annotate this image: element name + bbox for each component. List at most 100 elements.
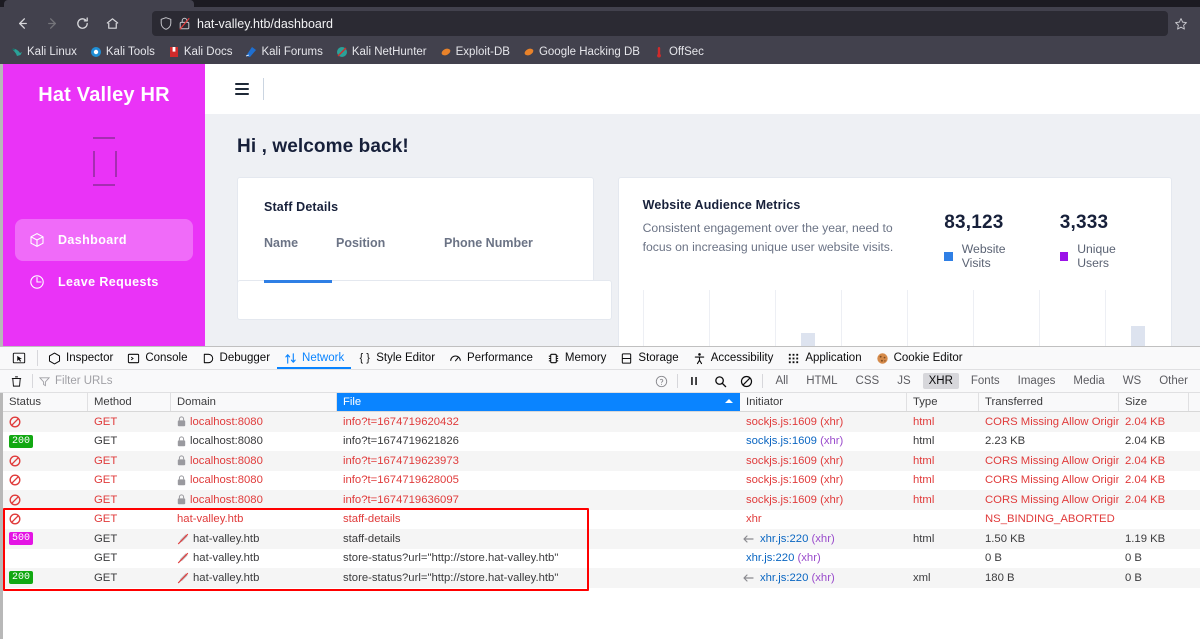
back-arrow-icon[interactable]	[8, 11, 36, 37]
cell-domain: hat-valley.htb	[171, 572, 337, 584]
cell-initiator: xhr	[740, 513, 907, 525]
tab-memory[interactable]: Memory	[540, 347, 614, 369]
bookmark-kali-docs[interactable]: Kali Docs	[163, 44, 238, 60]
filter-xhr[interactable]: XHR	[922, 373, 959, 389]
domain-text: localhost:8080	[190, 454, 263, 467]
column-header-file[interactable]: File	[337, 393, 740, 411]
star-icon[interactable]	[1174, 17, 1188, 31]
tab-cookie-editor[interactable]: Cookie Editor	[869, 347, 970, 369]
table-row[interactable]: GET localhost:8080 info?t=1674719628005 soc…	[3, 471, 1200, 491]
table-row[interactable]: GET hat-valley.htb store-status?url="http:…	[3, 549, 1200, 569]
column-header-domain[interactable]: Domain	[171, 393, 337, 411]
tab-label: Application	[805, 352, 862, 364]
audience-bar-chart	[642, 290, 1171, 346]
bookmark-kali-forums[interactable]: Kali Forums	[240, 44, 327, 60]
initiator-link[interactable]: sockjs.js:1609 (xhr)	[746, 455, 843, 467]
cell-domain: hat-valley.htb	[171, 533, 337, 545]
table-row[interactable]: 200 GET localhost:8080 info?t=1674719621826…	[3, 432, 1200, 452]
block-icon[interactable]	[736, 371, 756, 391]
column-header-initiator[interactable]: Initiator	[740, 393, 907, 411]
initiator-link[interactable]: xhr	[746, 513, 762, 525]
filter-images[interactable]: Images	[1012, 373, 1062, 389]
tab-debugger[interactable]: Debugger	[195, 347, 278, 369]
table-row[interactable]: GET localhost:8080 info?t=1674719620432 soc…	[3, 412, 1200, 432]
bookmark-kali-nethunter[interactable]: Kali NetHunter	[331, 44, 432, 60]
cell-type: xml	[913, 571, 931, 584]
bookmark-kali-linux[interactable]: Kali Linux	[6, 44, 82, 60]
cell-method: GET	[94, 493, 118, 506]
browser-tab-active[interactable]	[4, 0, 194, 7]
column-header-type[interactable]: Type	[907, 393, 979, 411]
search-icon[interactable]	[710, 371, 730, 391]
insecure-icon	[177, 572, 189, 584]
address-bar[interactable]: hat-valley.htb/dashboard	[152, 11, 1168, 36]
filter-fonts[interactable]: Fonts	[965, 373, 1006, 389]
pause-icon[interactable]	[684, 371, 704, 391]
tab-storage[interactable]: Storage	[613, 347, 685, 369]
initiator-link[interactable]: sockjs.js:1609 (xhr)	[746, 416, 843, 428]
toolbar-separator	[762, 374, 764, 388]
table-row[interactable]: GET hat-valley.htb staff-details xhr NS_BIND…	[3, 510, 1200, 530]
cell-file: info?t=1674719636097	[343, 493, 459, 506]
tab-inspector[interactable]: Inspector	[41, 347, 120, 369]
clock-icon	[30, 275, 44, 289]
filter-urls-input[interactable]: Filter URLs	[39, 375, 289, 387]
table-row[interactable]: 200 GET hat-valley.htb store-status?url="ht…	[3, 568, 1200, 588]
tab-strip	[0, 0, 1200, 7]
trash-icon[interactable]	[6, 371, 26, 391]
filter-html[interactable]: HTML	[800, 373, 843, 389]
network-toolbar: Filter URLs All HTML CSS JS XHR Fonts Im…	[0, 370, 1200, 393]
tab-network[interactable]: Network	[277, 347, 351, 369]
cell-size: 1.19 KB	[1125, 532, 1166, 545]
filter-all[interactable]: All	[769, 373, 794, 389]
initiator-link[interactable]: xhr.js:220 (xhr)	[746, 552, 821, 564]
bookmark-google-hacking-db[interactable]: Google Hacking DB	[518, 44, 645, 60]
filter-other[interactable]: Other	[1153, 373, 1194, 389]
initiator-link[interactable]: sockjs.js:1609 (xhr)	[746, 435, 843, 447]
tab-accessibility[interactable]: Accessibility	[686, 347, 781, 369]
tab-style-editor[interactable]: { } Style Editor	[351, 347, 442, 369]
chart-bar	[1130, 326, 1145, 346]
bookmark-exploit-db[interactable]: Exploit-DB	[435, 44, 515, 60]
filter-js[interactable]: JS	[891, 373, 916, 389]
cell-transferred: 180 B	[985, 571, 1015, 584]
element-picker-icon[interactable]	[4, 347, 34, 369]
reload-arrow-icon[interactable]	[68, 11, 96, 37]
bookmark-label: Kali Linux	[27, 46, 77, 58]
cell-domain: localhost:8080	[171, 416, 337, 428]
filter-css[interactable]: CSS	[850, 373, 886, 389]
initiator-link[interactable]: xhr.js:220 (xhr)	[760, 572, 835, 584]
column-header-size[interactable]: Size	[1119, 393, 1189, 411]
bookmark-label: OffSec	[668, 46, 704, 58]
bookmark-kali-tools[interactable]: Kali Tools	[85, 44, 160, 60]
metrics-summary: Consistent engagement over the year, nee…	[643, 212, 1147, 270]
tab-application[interactable]: Application	[780, 347, 868, 369]
domain-text: hat-valley.htb	[193, 532, 260, 545]
lock-icon	[177, 475, 186, 485]
google-hacking-db-icon	[524, 48, 534, 56]
table-row[interactable]: 500 GET hat-valley.htb staff-details xhr.js:…	[3, 529, 1200, 549]
bookmark-offsec[interactable]: OffSec	[648, 44, 709, 60]
devtools-tab-bar: Inspector Console Debugger Network { } S…	[0, 347, 1200, 370]
hamburger-icon[interactable]	[235, 83, 249, 95]
tab-performance[interactable]: Performance	[442, 347, 540, 369]
tab-console[interactable]: Console	[120, 347, 194, 369]
filter-media[interactable]: Media	[1067, 373, 1110, 389]
column-header-transferred[interactable]: Transferred	[979, 393, 1119, 411]
cell-initiator: sockjs.js:1609 (xhr)	[740, 474, 907, 486]
table-row[interactable]: GET localhost:8080 info?t=1674719636097 soc…	[3, 490, 1200, 510]
filter-ws[interactable]: WS	[1117, 373, 1148, 389]
forward-arrow-icon[interactable]	[38, 11, 66, 37]
broken-image-placeholder-icon	[71, 129, 137, 195]
cell-file: store-status?url="http://store.hat-valle…	[343, 552, 559, 565]
initiator-link[interactable]: sockjs.js:1609 (xhr)	[746, 494, 843, 506]
help-icon[interactable]	[651, 371, 671, 391]
column-header-method[interactable]: Method	[88, 393, 171, 411]
sidebar-item-dashboard[interactable]: Dashboard	[15, 219, 193, 261]
home-icon[interactable]	[98, 11, 126, 37]
column-header-status[interactable]: Status	[3, 393, 88, 411]
initiator-link[interactable]: sockjs.js:1609 (xhr)	[746, 474, 843, 486]
table-row[interactable]: GET localhost:8080 info?t=1674719623973 soc…	[3, 451, 1200, 471]
sidebar-item-leave-requests[interactable]: Leave Requests	[15, 261, 193, 303]
initiator-link[interactable]: xhr.js:220 (xhr)	[760, 533, 835, 545]
